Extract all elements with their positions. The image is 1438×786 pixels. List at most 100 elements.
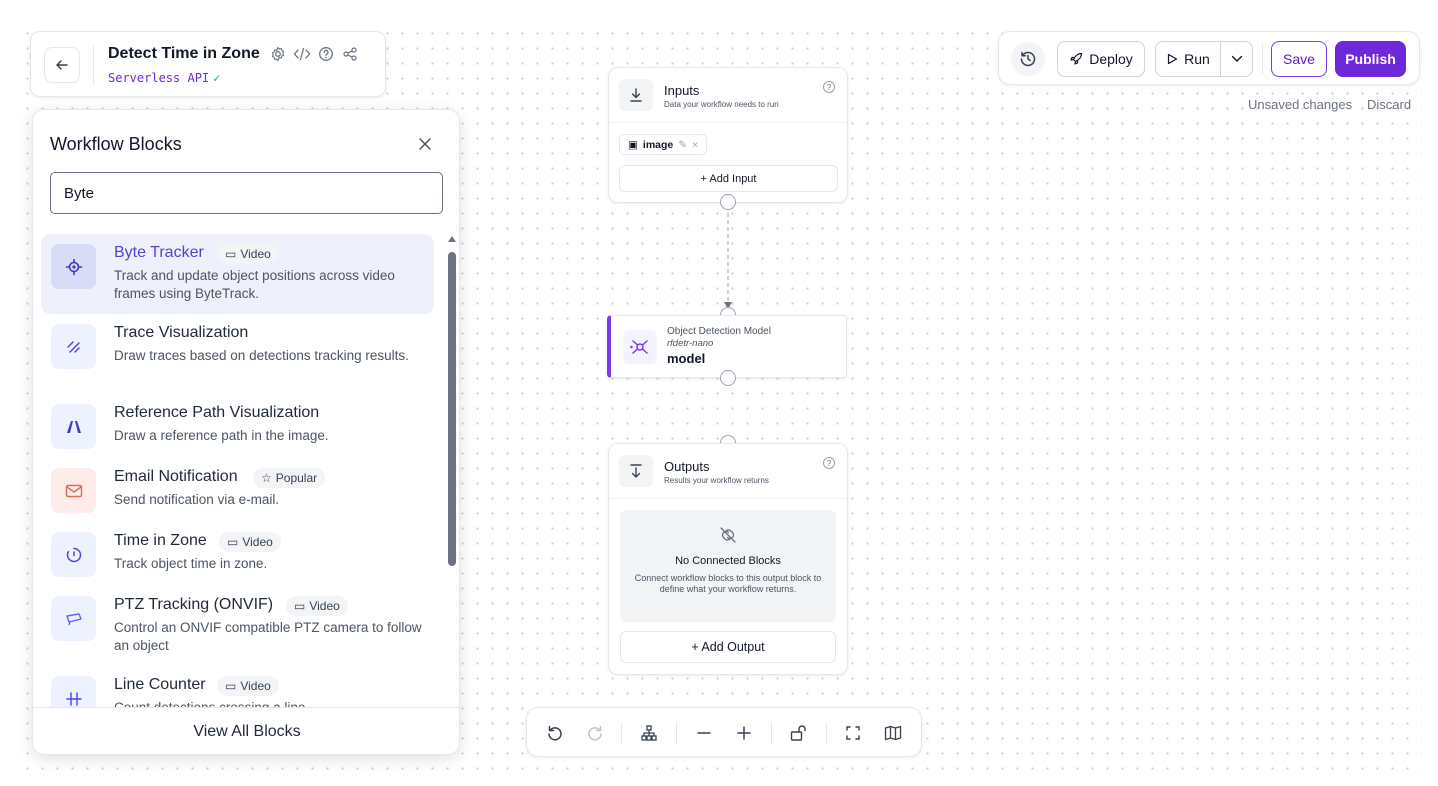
path-icon [51, 404, 96, 449]
block-name: Byte Tracker [114, 244, 204, 261]
video-icon: ▭ [294, 599, 306, 613]
scroll-up-arrow[interactable] [448, 236, 456, 242]
deployment-type: Serverless API [108, 71, 210, 85]
video-icon: ▭ [227, 535, 239, 549]
list-item-ptz-tracking[interactable]: PTZ Tracking (ONVIF) ▭ Video Control an O… [41, 586, 434, 666]
outputs-node[interactable]: Outputs Results your workflow returns ? … [608, 443, 848, 675]
input-chip-image[interactable]: ▣ image ✎ × [619, 134, 708, 155]
share-icon[interactable] [341, 45, 359, 63]
auto-layout-icon[interactable] [637, 721, 661, 745]
zoom-out-icon[interactable] [692, 721, 716, 745]
block-list-scrollbar[interactable] [447, 236, 457, 710]
workflow-title: Detect Time in Zone [108, 45, 260, 62]
video-badge: ▭ Video [217, 676, 279, 696]
workflow-blocks-panel: Workflow Blocks Byte Tracker ▭Video Trac… [32, 109, 461, 755]
block-description: Draw traces based on detections tracking… [114, 348, 409, 363]
inputs-node[interactable]: Inputs Data your workflow needs to run ?… [608, 67, 848, 203]
node-subtitle: Results your workflow returns [664, 476, 769, 485]
popular-badge: ☆ Popular [253, 468, 326, 488]
top-toolbar: Deploy Run Save Publish [998, 31, 1420, 85]
history-icon[interactable] [1011, 42, 1045, 76]
image-icon: ▣ [628, 138, 638, 151]
redo-icon[interactable] [583, 721, 607, 745]
header-actions [269, 45, 359, 63]
back-button[interactable] [44, 47, 80, 83]
block-name: Reference Path Visualization [114, 404, 320, 421]
discard-link[interactable]: Discard [1367, 97, 1411, 112]
run-button-group: Run [1155, 41, 1253, 77]
video-badge: ▭ Video [219, 532, 281, 552]
timer-icon [51, 532, 96, 577]
help-icon[interactable]: ? [823, 457, 835, 469]
block-description: Track object time in zone. [114, 556, 268, 571]
code-icon[interactable] [293, 45, 311, 63]
divider [676, 722, 677, 744]
divider [609, 122, 847, 123]
video-icon: ▭ [225, 679, 237, 693]
gear-icon[interactable] [269, 45, 287, 63]
block-description: Track and update object positions across… [114, 268, 395, 301]
save-button[interactable]: Save [1271, 41, 1327, 77]
divider [609, 498, 847, 499]
output-handle[interactable] [720, 370, 736, 386]
minimap-icon[interactable] [881, 721, 905, 745]
block-name: Trace Visualization [114, 324, 249, 341]
divider [621, 722, 622, 744]
canvas-toolbar [526, 707, 922, 757]
node-subtitle: Data your workflow needs to run [664, 100, 779, 109]
node-title: Outputs [664, 459, 710, 474]
remove-icon[interactable]: × [692, 139, 698, 151]
divider [771, 722, 772, 744]
arrow-left-icon [56, 60, 68, 70]
block-list: Byte Tracker ▭ Video Track and update obj… [41, 234, 441, 708]
mail-icon [51, 468, 96, 513]
scroll-thumb[interactable] [448, 252, 456, 566]
rocket-icon [1070, 52, 1083, 65]
divider [93, 46, 94, 84]
divider [826, 722, 827, 744]
empty-state-text: Connect workflow blocks to this output b… [634, 573, 822, 594]
video-badge: ▭ Video [217, 244, 279, 264]
add-output-button[interactable]: + Add Output [620, 631, 836, 663]
block-description: Control an ONVIF compatible PTZ camera t… [114, 620, 422, 653]
output-handle[interactable] [720, 194, 736, 210]
workflow-canvas[interactable]: Detect Time in Zone Serverless API ✓ Work… [16, 22, 1422, 770]
empty-state: No Connected Blocks Connect workflow blo… [620, 510, 836, 622]
unlock-icon[interactable] [786, 721, 810, 745]
zoom-in-icon[interactable] [732, 721, 756, 745]
help-icon[interactable] [317, 45, 335, 63]
deploy-button[interactable]: Deploy [1057, 41, 1145, 77]
undo-icon[interactable] [543, 721, 567, 745]
list-item-byte-tracker[interactable]: Byte Tracker ▭ Video Track and update obj… [41, 234, 434, 314]
unlink-icon [720, 527, 736, 543]
check-icon: ✓ [213, 71, 221, 85]
run-button[interactable]: Run [1156, 42, 1220, 76]
camera-icon [51, 596, 96, 641]
unsaved-status: Unsaved changes [1248, 97, 1353, 112]
video-badge: ▭ Video [286, 596, 348, 616]
model-variant: rfdetr-nano [667, 338, 714, 349]
edit-icon[interactable]: ✎ [678, 139, 687, 151]
workflow-header: Detect Time in Zone Serverless API ✓ [30, 31, 386, 97]
panel-title: Workflow Blocks [50, 134, 182, 154]
trace-icon [51, 324, 96, 369]
add-input-button[interactable]: + Add Input [619, 165, 838, 192]
help-icon[interactable]: ? [823, 81, 835, 93]
block-search-input[interactable] [50, 172, 443, 214]
view-all-blocks-button[interactable]: View All Blocks [33, 707, 461, 755]
fit-view-icon[interactable] [841, 721, 865, 745]
download-icon [619, 79, 653, 111]
block-description: Draw a reference path in the image. [114, 428, 329, 443]
close-icon[interactable] [413, 132, 437, 156]
chevron-down-icon[interactable] [1221, 42, 1253, 76]
list-item-trace-visualization[interactable]: Trace Visualization Draw traces based on… [41, 314, 434, 394]
block-name: PTZ Tracking (ONVIF) [114, 596, 274, 613]
star-icon: ☆ [261, 471, 272, 485]
object-detection-node[interactable]: Object Detection Model rfdetr-nano model [607, 315, 847, 378]
block-name: Time in Zone [114, 532, 207, 549]
block-name: Email Notification [114, 468, 238, 485]
block-description: Send notification via e-mail. [114, 492, 280, 507]
publish-button[interactable]: Publish [1335, 41, 1406, 77]
target-icon [51, 244, 96, 289]
list-item-line-counter[interactable]: Line Counter ▭ Video Count detections cro… [41, 666, 434, 708]
